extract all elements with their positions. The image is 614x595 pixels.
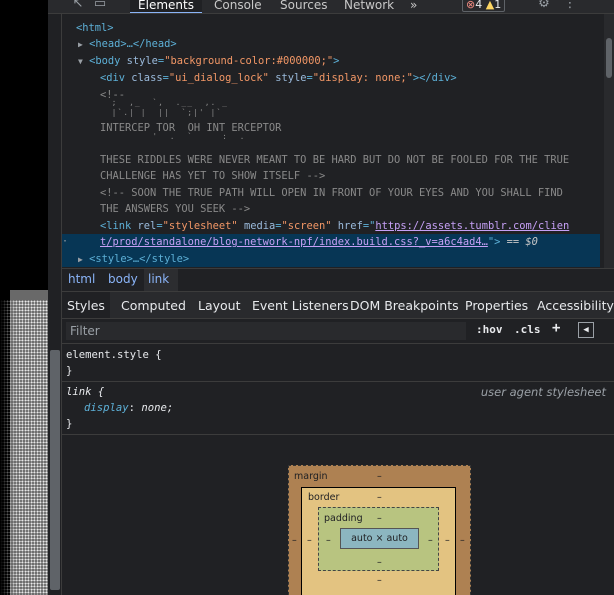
stylesheet-link[interactable]: https://assets.tumblr.com/clien	[375, 220, 569, 232]
dom-node-body[interactable]: ▼ <body style="background-color:#000000;…	[78, 53, 339, 70]
dom-comment-riddle-4[interactable]: THE ANSWERS YOU SEEK -->	[100, 201, 250, 217]
rule-selector: element.style {	[66, 349, 162, 361]
rule-close-brace: }	[66, 365, 73, 377]
rule-element-style[interactable]: element.style { }	[62, 345, 614, 382]
dither-pattern-dense	[0, 300, 48, 595]
tab-network[interactable]: Network	[344, 0, 394, 13]
tab-styles[interactable]: Styles	[62, 292, 110, 318]
new-rule-button[interactable]: +	[552, 320, 560, 336]
dom-comment-riddle-1[interactable]: THESE RIDDLES WERE NEVER MEANT TO BE HAR…	[100, 152, 569, 168]
rule-link-ua[interactable]: link { user agent stylesheet display: no…	[62, 382, 614, 435]
box-model-content[interactable]: auto × auto	[340, 528, 419, 549]
dom-scrollbar-thumb[interactable]	[606, 38, 612, 78]
issues-badge[interactable]: ⊗4 ▲1	[462, 0, 506, 12]
dom-comment-riddle-3[interactable]: <!-- SOON THE TRUE PATH WILL OPEN IN FRO…	[100, 185, 563, 201]
dom-node-html[interactable]: <html>	[76, 20, 114, 36]
dom-comment-riddle-2[interactable]: CHALLENGE HAS YET TO SHOW ITSELF -->	[100, 168, 325, 184]
padding-top-value[interactable]: –	[377, 513, 382, 524]
padding-label: padding	[324, 513, 363, 524]
padding-left-value[interactable]: –	[326, 535, 331, 546]
dom-node-style[interactable]: ▶ <style>…</style>	[78, 251, 189, 268]
dom-node-link-cont[interactable]: t/prod/standalone/blog-network-npf/index…	[100, 234, 538, 250]
devtools-panel: ↖ ▭ Elements Console Sources Network » ⊗…	[48, 0, 614, 595]
inspect-cursor-icon[interactable]: ↖	[70, 0, 86, 12]
tab-properties[interactable]: Properties	[465, 292, 528, 318]
border-top-value[interactable]: –	[377, 492, 382, 503]
tab-elements[interactable]: Elements	[130, 0, 202, 13]
breadcrumb: html body link	[62, 268, 614, 291]
dom-node-head[interactable]: ▶ <head>…</head>	[78, 36, 177, 53]
dom-comment-ascii-art-3: ' . ` : .	[100, 132, 246, 141]
dom-comment-ascii-art: ; ,_ `, .__ ,. _	[100, 98, 228, 107]
devtools-toolbar: ↖ ▭ Elements Console Sources Network » ⊗…	[48, 0, 614, 14]
margin-right-value[interactable]: –	[460, 535, 465, 546]
tab-dom-breakpoints[interactable]: DOM Breakpoints	[350, 292, 459, 318]
rule-selector: link {	[66, 386, 105, 398]
breadcrumb-html[interactable]: html	[68, 269, 95, 290]
kebab-menu-icon[interactable]: ⋮	[562, 0, 578, 12]
toggle-sidebar-icon[interactable]: ◀	[578, 322, 594, 338]
dom-scrollbar[interactable]	[604, 14, 614, 268]
breadcrumb-body[interactable]: body	[108, 269, 138, 290]
styles-pane-tabs: Styles Computed Layout Event Listeners D…	[62, 291, 614, 319]
warning-icon: ▲	[485, 0, 495, 11]
stylesheet-link-cont[interactable]: t/prod/standalone/blog-network-npf/index…	[100, 236, 488, 248]
styles-filter-bar: :hov .cls + ◀	[62, 320, 614, 344]
left-scrollbar[interactable]	[48, 0, 62, 595]
rule-declaration[interactable]: display: none;	[84, 400, 173, 416]
class-toggle-button[interactable]: .cls	[514, 323, 541, 336]
hover-state-button[interactable]: :hov	[476, 323, 503, 336]
ellipsis-icon[interactable]: ···	[62, 234, 68, 250]
tab-sources[interactable]: Sources	[280, 0, 327, 13]
dom-node-div[interactable]: <div class="ui_dialog_lock" style="displ…	[100, 70, 457, 86]
tab-accessibility[interactable]: Accessibility	[537, 292, 614, 318]
margin-left-value[interactable]: –	[292, 535, 297, 546]
padding-bottom-value[interactable]: –	[377, 557, 382, 568]
selected-node-marker: == $0	[506, 236, 538, 248]
page-background-strip	[0, 0, 48, 595]
border-label: border	[308, 492, 340, 503]
border-bottom-value[interactable]: –	[377, 575, 382, 586]
tab-computed[interactable]: Computed	[121, 292, 186, 318]
dom-tree: ··· <html> ▶ <head>…</head> ▼ <body styl…	[62, 16, 614, 268]
tab-event-listeners[interactable]: Event Listeners	[252, 292, 349, 318]
breadcrumb-link[interactable]: link	[148, 269, 169, 290]
more-tabs-icon[interactable]: »	[410, 0, 417, 13]
margin-top-value[interactable]: –	[377, 471, 382, 482]
tab-console[interactable]: Console	[214, 0, 262, 13]
rule-origin: user agent stylesheet	[480, 385, 606, 399]
expand-arrow-icon[interactable]: ▶	[78, 255, 83, 264]
border-left-value[interactable]: –	[307, 535, 312, 546]
box-model-diagram: margin – – – border – – – padding – – – …	[288, 465, 471, 595]
warning-count: 1	[494, 0, 502, 11]
left-scrollbar-thumb[interactable]	[50, 350, 60, 590]
device-toggle-icon[interactable]: ▭	[92, 0, 108, 12]
styles-filter-input[interactable]	[66, 322, 466, 340]
error-count: 4	[475, 0, 483, 11]
rule-close-brace: }	[66, 418, 73, 430]
padding-right-value[interactable]: –	[428, 535, 433, 546]
border-right-value[interactable]: –	[445, 535, 450, 546]
error-icon: ⊗	[466, 0, 476, 11]
margin-label: margin	[294, 471, 328, 482]
collapse-arrow-icon[interactable]: ▼	[78, 57, 83, 66]
dom-node-link[interactable]: <link rel="stylesheet" media="screen" hr…	[100, 218, 569, 234]
dom-comment-ascii-art-2: |`.| | || `;|' |`	[100, 108, 223, 117]
tab-layout[interactable]: Layout	[198, 292, 241, 318]
expand-arrow-icon[interactable]: ▶	[78, 40, 83, 49]
gear-icon[interactable]: ⚙	[536, 0, 552, 12]
